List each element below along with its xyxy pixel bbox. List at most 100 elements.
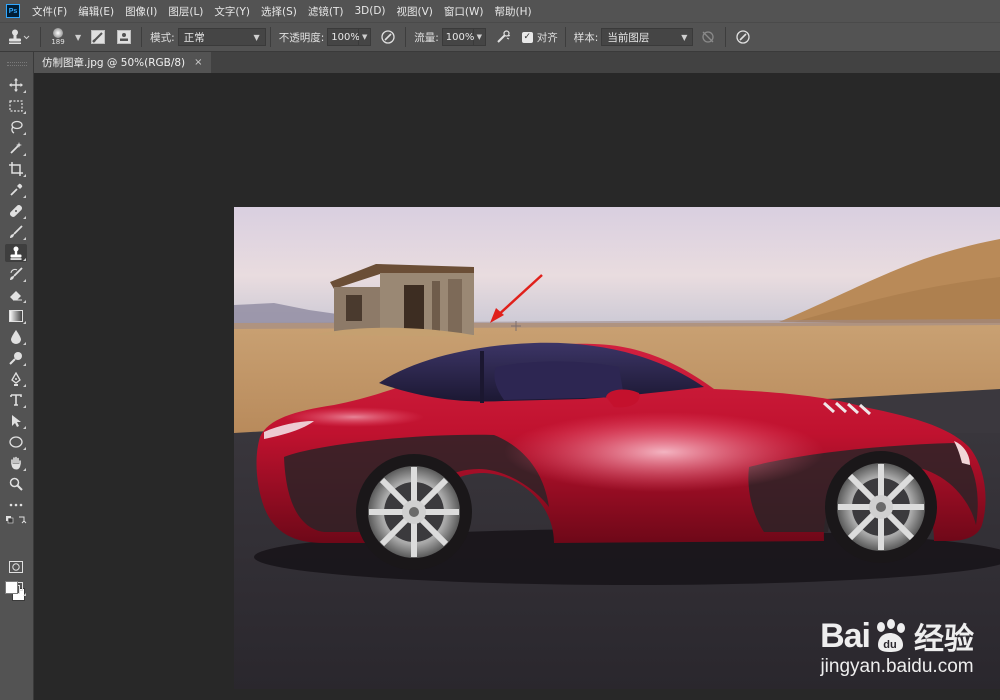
tools-panel xyxy=(0,52,34,700)
sample-label: 样本: xyxy=(573,31,599,44)
canvas-workspace[interactable]: Bai du 经验 jingyan.baidu.com xyxy=(34,73,1000,700)
pen-icon xyxy=(11,372,21,386)
zoom-tool[interactable] xyxy=(5,475,27,493)
airbrush-icon xyxy=(497,30,510,43)
blur-tool[interactable] xyxy=(5,328,27,346)
chevron-down-icon[interactable]: ▼ xyxy=(75,33,81,42)
ellipse-icon xyxy=(9,436,23,448)
swap-colors-controls[interactable] xyxy=(5,514,27,526)
opacity-label: 不透明度: xyxy=(278,31,325,44)
flow-slider-toggle[interactable]: ▼ xyxy=(473,28,486,46)
menu-file[interactable]: 文件(F) xyxy=(32,4,67,19)
flow-input[interactable]: 100% xyxy=(441,28,474,46)
ignore-adjustment-layers-button[interactable] xyxy=(697,26,719,48)
more-tools[interactable] xyxy=(5,496,27,514)
eraser-tool[interactable] xyxy=(5,286,27,304)
lasso-tool[interactable] xyxy=(5,118,27,136)
chevron-down-icon: ▼ xyxy=(253,32,260,42)
clone-stamp-icon xyxy=(9,29,30,44)
pressure-size-icon xyxy=(736,30,750,44)
opacity-slider-toggle[interactable]: ▼ xyxy=(359,28,372,46)
gradient-icon xyxy=(9,310,23,322)
menu-type[interactable]: 文字(Y) xyxy=(214,4,250,19)
crop-icon xyxy=(9,162,23,176)
clone-stamp-tool[interactable] xyxy=(5,244,27,262)
separator xyxy=(141,27,143,47)
ellipsis-icon xyxy=(9,503,23,507)
dodge-icon xyxy=(9,352,22,365)
type-icon xyxy=(10,394,22,406)
quick-mask-icon xyxy=(9,561,23,573)
brush-tip-preview xyxy=(53,28,63,38)
brush-tool[interactable] xyxy=(5,223,27,241)
sample-select[interactable]: 当前图层 ▼ xyxy=(601,28,694,46)
clone-stamp-icon xyxy=(10,246,22,260)
crop-tool[interactable] xyxy=(5,160,27,178)
brush-preset-picker[interactable]: 189 xyxy=(45,24,71,50)
sample-value: 当前图层 xyxy=(607,31,650,44)
hand-icon xyxy=(11,456,21,470)
airbrush-button[interactable] xyxy=(492,26,514,48)
brush-panel-icon xyxy=(91,30,106,44)
menu-view[interactable]: 视图(V) xyxy=(397,4,433,19)
healing-brush-tool[interactable] xyxy=(5,202,27,220)
eraser-icon xyxy=(10,291,22,301)
chevron-down-icon: ▼ xyxy=(681,32,688,42)
history-brush-icon xyxy=(10,267,23,280)
checkmark-icon: ✓ xyxy=(523,31,532,42)
eyedropper-icon xyxy=(10,183,23,196)
menu-layer[interactable]: 图层(L) xyxy=(168,4,203,19)
document-tab-bar: 仿制图章.jpg @ 50%(RGB/8) × xyxy=(34,52,1000,73)
hand-tool[interactable] xyxy=(5,454,27,472)
path-selection-tool[interactable] xyxy=(5,412,27,430)
options-bar: 189 ▼ 模式: 正常 ▼ 不透明度: 100% ▼ 流量: 100% ▼ ✓… xyxy=(0,22,1000,52)
pressure-size-button[interactable] xyxy=(732,26,754,48)
water-drop-icon xyxy=(11,330,21,344)
menu-filter[interactable]: 滤镜(T) xyxy=(308,4,344,19)
foreground-color-swatch[interactable] xyxy=(5,581,18,594)
watermark-bai-text: Bai xyxy=(820,616,871,655)
clone-source-panel-button[interactable] xyxy=(113,26,135,48)
clone-source-icon xyxy=(117,30,132,44)
tool-preset-picker[interactable] xyxy=(0,22,36,52)
brush-settings-panel-button[interactable] xyxy=(87,26,109,48)
baidu-logo: Bai du 经验 xyxy=(820,614,974,658)
magic-wand-tool[interactable] xyxy=(5,139,27,157)
svg-text:du: du xyxy=(883,639,896,651)
rectangle-marquee-icon xyxy=(9,100,23,112)
flow-label: 流量: xyxy=(414,31,439,44)
menu-3d[interactable]: 3D(D) xyxy=(354,5,385,17)
close-icon[interactable]: × xyxy=(194,57,202,68)
panel-grip[interactable] xyxy=(6,62,27,66)
marquee-tool[interactable] xyxy=(5,97,27,115)
eyedropper-tool[interactable] xyxy=(5,181,27,199)
blend-mode-select[interactable]: 正常 ▼ xyxy=(177,28,266,46)
magnifier-icon xyxy=(9,477,23,491)
separator xyxy=(40,27,41,47)
watermark-url: jingyan.baidu.com xyxy=(820,656,974,677)
quick-mask[interactable] xyxy=(5,558,27,576)
document-tab[interactable]: 仿制图章.jpg @ 50%(RGB/8) × xyxy=(34,52,211,73)
dodge-tool[interactable] xyxy=(5,349,27,367)
menu-window[interactable]: 窗口(W) xyxy=(444,4,484,19)
separator xyxy=(725,27,727,47)
menu-help[interactable]: 帮助(H) xyxy=(495,4,532,19)
aligned-checkbox[interactable]: ✓ xyxy=(521,31,533,43)
history-brush-tool[interactable] xyxy=(5,265,27,283)
menu-select[interactable]: 选择(S) xyxy=(261,4,297,19)
pressure-opacity-button[interactable] xyxy=(377,26,399,48)
menu-image[interactable]: 图像(I) xyxy=(125,4,157,19)
gradient-tool[interactable] xyxy=(5,307,27,325)
separator xyxy=(269,27,271,47)
move-tool[interactable] xyxy=(5,76,27,94)
watermark-jingyan-text: 经验 xyxy=(914,623,974,656)
opacity-input[interactable]: 100% xyxy=(327,28,360,46)
pen-tool[interactable] xyxy=(5,370,27,388)
menu-edit[interactable]: 编辑(E) xyxy=(78,4,114,19)
ellipse-tool[interactable] xyxy=(5,433,27,451)
type-tool[interactable] xyxy=(5,391,27,409)
lasso-icon xyxy=(11,120,23,134)
brush-size-label: 189 xyxy=(51,38,65,46)
ignore-adjustment-icon xyxy=(702,31,714,43)
magic-wand-icon xyxy=(10,142,22,154)
